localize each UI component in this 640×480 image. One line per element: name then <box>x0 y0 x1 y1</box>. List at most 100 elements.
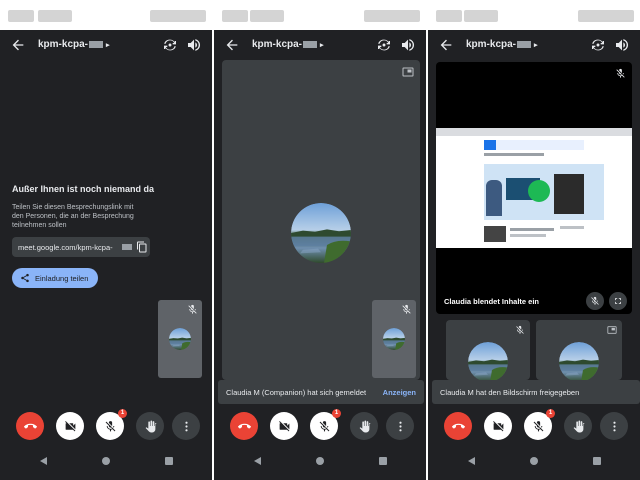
status-time-blurred <box>222 10 248 22</box>
camera-toggle-button[interactable] <box>484 412 512 440</box>
panel-participant-joined: kpm-kcpa- ▸ Claudia M (Companion) hat sic… <box>214 0 426 480</box>
more-vert-icon <box>612 421 616 431</box>
mic-off-icon <box>591 296 599 305</box>
mute-presenter-button[interactable] <box>586 292 604 310</box>
hand-icon <box>145 420 156 432</box>
shared-article-image <box>484 226 506 242</box>
shared-hero-person <box>486 180 502 216</box>
caret-right-icon: ▸ <box>534 42 538 49</box>
nav-home-icon[interactable] <box>530 457 538 465</box>
screen-share-toast: Claudia M hat den Bildschirm freigegeben <box>432 380 640 404</box>
camera-switch-icon[interactable] <box>162 37 178 53</box>
end-call-button[interactable] <box>16 412 44 440</box>
raise-hand-button[interactable] <box>350 412 378 440</box>
shared-site-logo <box>484 140 496 150</box>
more-vert-icon <box>184 421 188 431</box>
end-call-icon <box>23 423 37 429</box>
fullscreen-icon <box>615 298 621 304</box>
raise-hand-button[interactable] <box>564 412 592 440</box>
participant-tile-presenter[interactable] <box>446 320 530 380</box>
speaker-icon[interactable] <box>186 37 202 53</box>
end-call-button[interactable] <box>444 412 472 440</box>
picture-in-picture-icon[interactable] <box>607 325 617 335</box>
shared-hero-image <box>554 174 584 214</box>
meeting-title[interactable]: kpm-kcpa- ▸ <box>252 39 324 50</box>
screen-share-tile[interactable]: Claudia blendet Inhalte ein <box>436 62 632 314</box>
mic-off-icon <box>616 68 625 78</box>
more-vert-icon <box>398 421 402 431</box>
lobby-description: Teilen Sie diesen Besprechungslink mit d… <box>12 204 134 229</box>
share-invite-button[interactable]: Einladung teilen <box>12 268 98 288</box>
fullscreen-button[interactable] <box>609 292 627 310</box>
camera-toggle-button[interactable] <box>56 412 84 440</box>
share-invite-label: Einladung teilen <box>35 273 89 283</box>
end-call-button[interactable] <box>230 412 258 440</box>
more-options-button[interactable] <box>600 412 628 440</box>
caret-right-icon: ▸ <box>320 42 324 49</box>
mic-alert-badge: 1 <box>546 409 555 418</box>
camera-toggle-button[interactable] <box>270 412 298 440</box>
mic-off-icon <box>516 325 524 334</box>
status-battery-blurred <box>364 10 420 22</box>
self-view-tile[interactable] <box>158 300 202 378</box>
camera-switch-icon[interactable] <box>590 37 606 53</box>
call-controls: 1 <box>214 408 426 448</box>
mic-toggle-button[interactable]: 1 <box>524 409 555 440</box>
arrow-left-icon[interactable] <box>10 37 26 53</box>
presenting-label: Claudia blendet Inhalte ein <box>444 297 540 306</box>
nav-back-icon[interactable] <box>254 457 261 465</box>
nav-home-icon[interactable] <box>316 457 324 465</box>
meeting-code-blurred <box>89 40 104 48</box>
arrow-left-icon[interactable] <box>438 37 454 53</box>
shared-sidebar-text <box>560 226 584 229</box>
mic-toggle-button[interactable]: 1 <box>310 409 341 440</box>
status-bar <box>428 0 640 30</box>
panel-screen-share: kpm-kcpa- ▸ Claudia blendet Inhalte ein <box>428 0 640 480</box>
more-options-button[interactable] <box>172 412 200 440</box>
meeting-code: kpm-kcpa- <box>252 39 303 50</box>
speaker-icon[interactable] <box>400 37 416 53</box>
participant-tile-self[interactable] <box>536 320 622 380</box>
speaker-icon[interactable] <box>614 37 630 53</box>
nav-recent-icon[interactable] <box>379 457 387 465</box>
self-avatar <box>169 328 191 350</box>
meeting-code-blurred <box>517 40 532 48</box>
nav-home-icon[interactable] <box>102 457 110 465</box>
self-avatar <box>559 342 599 382</box>
toast-text: Claudia M (Companion) hat sich gemeldet <box>226 387 367 397</box>
more-options-button[interactable] <box>386 412 414 440</box>
mic-off-icon <box>105 420 115 431</box>
nav-back-icon[interactable] <box>468 457 475 465</box>
nav-recent-icon[interactable] <box>165 457 173 465</box>
shared-site-header <box>484 140 584 150</box>
status-bar <box>0 0 212 30</box>
self-view-tile[interactable] <box>372 300 416 378</box>
shared-spotify-logo <box>528 180 550 202</box>
mic-toggle-button[interactable]: 1 <box>96 409 127 440</box>
picture-in-picture-icon[interactable] <box>402 66 414 78</box>
nav-back-icon[interactable] <box>40 457 47 465</box>
joined-toast: Claudia M (Companion) hat sich gemeldet … <box>218 380 424 404</box>
meeting-title[interactable]: kpm-kcpa- ▸ <box>466 39 538 50</box>
shared-article-text <box>510 234 546 237</box>
status-time-blurred <box>8 10 34 22</box>
status-time-blurred <box>436 10 462 22</box>
arrow-left-icon[interactable] <box>224 37 240 53</box>
nav-recent-icon[interactable] <box>593 457 601 465</box>
mic-alert-badge: 1 <box>332 409 341 418</box>
toast-action-button[interactable]: Anzeigen <box>383 388 416 397</box>
meeting-code: kpm-kcpa- <box>38 39 89 50</box>
shared-browser-bar <box>436 128 632 136</box>
meeting-title[interactable]: kpm-kcpa- ▸ <box>38 39 110 50</box>
meeting-top-bar: kpm-kcpa- ▸ <box>0 32 212 60</box>
status-battery-blurred <box>150 10 206 22</box>
call-controls: 1 <box>428 408 640 448</box>
self-avatar <box>383 328 405 350</box>
system-nav-bar <box>428 448 640 480</box>
mic-off-icon <box>188 304 197 314</box>
copy-icon[interactable] <box>136 241 148 253</box>
camera-switch-icon[interactable] <box>376 37 392 53</box>
meeting-code: kpm-kcpa- <box>466 39 517 50</box>
raise-hand-button[interactable] <box>136 412 164 440</box>
participant-avatar <box>468 342 508 382</box>
